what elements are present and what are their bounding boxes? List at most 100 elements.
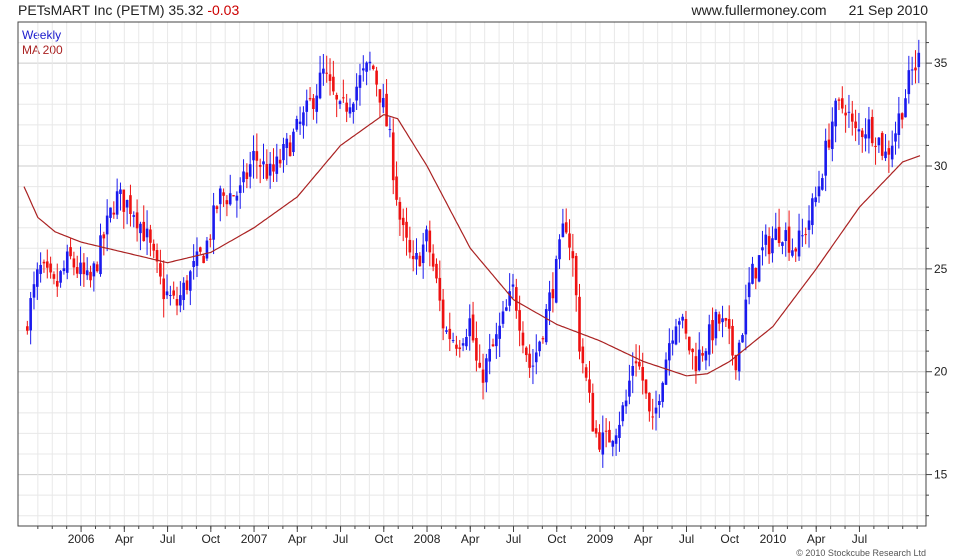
candle: [69, 237, 72, 260]
candle: [787, 210, 791, 261]
candle: [821, 173, 824, 191]
grid-lines: [18, 22, 926, 526]
candle: [285, 132, 289, 166]
x-tick-label: 2010: [760, 532, 787, 546]
candle: [834, 98, 837, 143]
candle: [694, 342, 698, 384]
candle: [831, 107, 834, 162]
candle: [182, 277, 185, 311]
candle: [232, 195, 235, 197]
candle: [568, 219, 571, 261]
candle: [202, 254, 205, 264]
copyright-notice: © 2010 Stockcube Research Ltd: [796, 548, 926, 558]
candle: [631, 352, 635, 394]
candle: [548, 280, 551, 326]
candle: [544, 304, 548, 345]
candle: [248, 151, 252, 189]
candle: [804, 227, 808, 245]
candle: [475, 321, 478, 372]
candle: [554, 255, 558, 304]
candle: [42, 259, 46, 273]
y-tick-label: 25: [934, 262, 948, 276]
price-chart: 1520253035 2006 Apr Jul Oct 2007 Apr Jul Oct 200…: [17, 21, 948, 546]
candle: [741, 333, 744, 343]
x-tick-label: Apr: [634, 532, 653, 546]
candle: [687, 336, 691, 355]
candle: [32, 271, 36, 310]
candle: [59, 270, 62, 288]
candle: [272, 148, 275, 182]
candle: [258, 158, 262, 184]
candle: [827, 123, 831, 151]
candle: [212, 192, 215, 255]
candle: [604, 418, 608, 448]
candle: [638, 345, 641, 370]
candle: [485, 353, 488, 393]
candle: [877, 136, 881, 153]
candle: [608, 421, 611, 443]
candle: [691, 348, 694, 370]
candle: [418, 252, 422, 267]
candle: [894, 121, 897, 155]
candle: [767, 227, 771, 264]
candle: [574, 252, 578, 312]
candle: [614, 428, 618, 456]
candle: [594, 420, 598, 438]
candle: [308, 87, 312, 102]
candle: [571, 233, 575, 277]
candle: [189, 269, 192, 306]
candle: [531, 348, 535, 385]
plot-frame: [17, 21, 927, 527]
candle: [169, 285, 172, 306]
x-tick-label: 2006: [68, 532, 95, 546]
candle: [225, 195, 229, 217]
candle: [149, 224, 152, 257]
candle: [724, 317, 728, 328]
x-tick-label: Apr: [461, 532, 480, 546]
candle: [159, 249, 162, 285]
candle: [268, 151, 272, 189]
candle: [697, 332, 701, 372]
candle: [561, 208, 565, 238]
candle: [328, 58, 332, 96]
candle: [904, 89, 907, 118]
candle: [262, 143, 265, 179]
candle: [564, 208, 568, 235]
x-tick-label: Oct: [547, 532, 566, 546]
candle: [777, 208, 781, 247]
candle: [391, 118, 395, 195]
candle: [438, 260, 442, 312]
x-axis-ticks: 2006 Apr Jul Oct 2007 Apr Jul Oct 2008 Apr Jul Oct 2…: [37, 526, 918, 546]
candle: [451, 332, 455, 343]
candle: [102, 231, 106, 256]
candle: [401, 208, 405, 242]
x-tick-label: Jul: [160, 532, 175, 546]
candle: [255, 133, 259, 179]
candle: [298, 106, 302, 135]
candle: [49, 256, 52, 279]
candle: [75, 255, 79, 278]
candle: [850, 100, 854, 136]
candle: [135, 199, 139, 242]
candle: [139, 221, 142, 251]
candle: [807, 205, 811, 248]
candle: [668, 328, 671, 376]
candle: [744, 284, 748, 351]
candle: [601, 415, 605, 468]
candle: [129, 184, 132, 227]
candle: [345, 93, 348, 123]
candle: [591, 383, 595, 432]
candle: [332, 60, 335, 95]
x-tick-label: Oct: [201, 532, 220, 546]
candle: [371, 64, 375, 71]
candle: [654, 390, 658, 431]
candle: [747, 267, 751, 305]
candle: [72, 251, 76, 276]
candle: [342, 79, 345, 103]
candle: [385, 79, 388, 127]
candle: [245, 163, 249, 189]
candle: [521, 321, 525, 354]
candle: [761, 230, 764, 266]
candle: [704, 348, 708, 370]
candle: [794, 247, 798, 262]
